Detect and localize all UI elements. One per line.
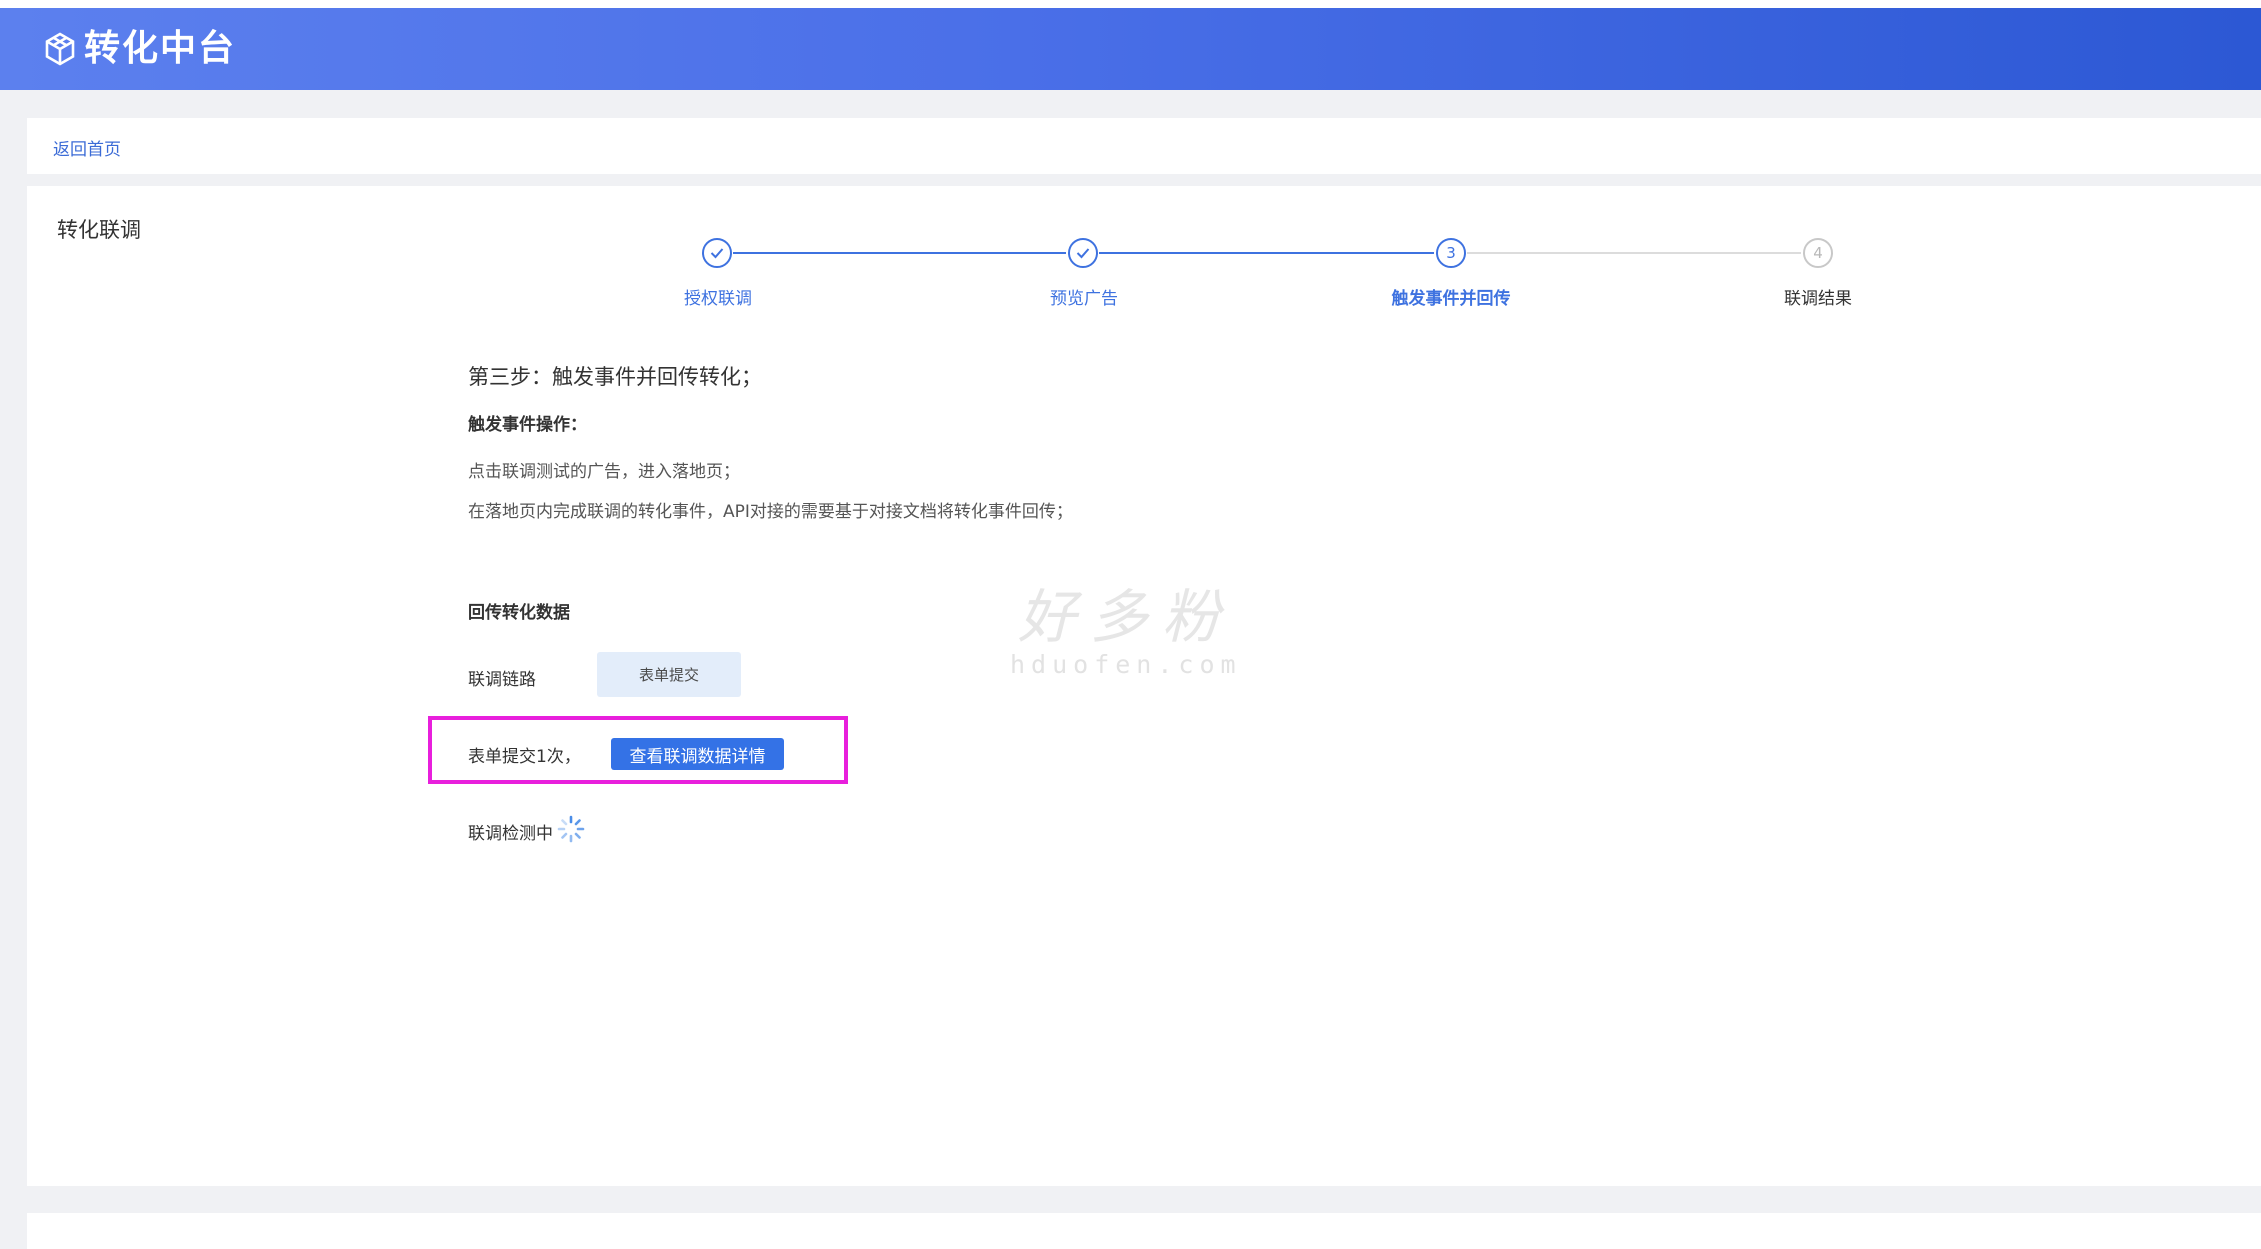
section-title: 回传转化数据 (468, 603, 570, 623)
hexagon-cube-icon (44, 32, 76, 66)
watermark: 好多粉 hduofen.com (1010, 570, 1242, 679)
step-1-indicator (702, 238, 732, 268)
step-connector-1 (733, 252, 1066, 254)
trigger-subheading: 触发事件操作： (468, 415, 587, 435)
watermark-en: hduofen.com (1010, 650, 1242, 679)
bottom-panel (27, 1213, 2261, 1249)
back-home-link[interactable]: 返回首页 (53, 135, 121, 160)
step-heading: 第三步：触发事件并回传转化； (468, 365, 762, 389)
step-3-indicator: 3 (1436, 238, 1466, 268)
checking-status: 联调检测中 (468, 815, 585, 848)
step-1-label[interactable]: 授权联调 (618, 284, 818, 309)
app-logo[interactable]: 转化中台 (44, 26, 236, 72)
view-detail-button[interactable]: 查看联调数据详情 (611, 738, 784, 770)
panel-title: 转化联调 (57, 218, 141, 242)
breadcrumb: 返回首页 (27, 118, 2261, 174)
chain-label: 联调链路 (468, 670, 536, 690)
submit-count-text: 表单提交1次， (468, 747, 581, 767)
watermark-cn: 好多粉 (1017, 583, 1234, 651)
main-panel: 转化联调 (27, 186, 2261, 1186)
top-edge (0, 0, 2261, 8)
app-header: 转化中台 (0, 8, 2261, 90)
step-4-label: 联调结果 (1784, 289, 1852, 309)
check-icon (1076, 244, 1090, 263)
step-2-indicator (1068, 238, 1098, 268)
app-title: 转化中台 (84, 28, 237, 69)
step-connector-2 (1099, 252, 1434, 254)
chain-tag-form-submit[interactable]: 表单提交 (597, 652, 741, 697)
step-connector-3 (1467, 252, 1801, 254)
step-3-label: 触发事件并回传 (1391, 289, 1511, 309)
checking-label: 联调检测中 (468, 824, 553, 844)
loading-spinner-icon (557, 815, 585, 848)
check-icon (710, 244, 724, 263)
step-2-label[interactable]: 预览广告 (984, 284, 1184, 309)
instruction-1: 点击联调测试的广告，进入落地页； (468, 462, 740, 482)
instruction-2: 在落地页内完成联调的转化事件，API对接的需要基于对接文档将转化事件回传； (468, 502, 1073, 522)
step-4-indicator: 4 (1803, 238, 1833, 268)
